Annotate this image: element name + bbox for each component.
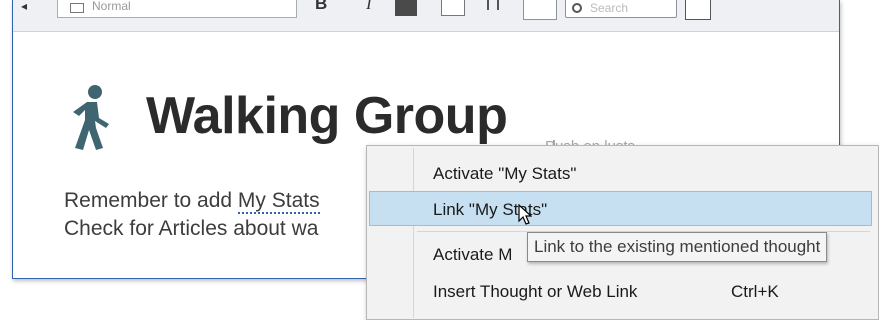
search-placeholder: Search	[590, 1, 629, 15]
menu-item-shortcut: Ctrl+K	[731, 282, 779, 301]
search-input[interactable]: Search	[565, 0, 677, 18]
toolbar-arrow-icon[interactable]: ◂	[21, 0, 27, 12]
formatting-toolbar: ◂ Normal B I Search	[13, 0, 839, 32]
page-title: Walking Group	[146, 87, 508, 145]
menu-item-label: Activate "My Stats"	[433, 164, 577, 183]
search-icon	[572, 3, 582, 13]
outline-color-button[interactable]	[441, 0, 465, 16]
paragraph-style-icon	[70, 3, 84, 13]
note-line-1-text: Remember to add	[64, 189, 238, 212]
mouse-pointer-icon	[518, 204, 532, 225]
note-line-1: Remember to add My Stats	[64, 189, 320, 214]
fill-color-button[interactable]	[395, 0, 417, 16]
menu-item-label: Insert Thought or Web Link	[433, 282, 638, 301]
italic-button[interactable]: I	[366, 0, 372, 14]
menu-item-insert-link[interactable]: Insert Thought or Web Link Ctrl+K	[369, 274, 872, 309]
toolbar-toggle-button[interactable]	[523, 0, 557, 20]
style-dropdown[interactable]: Normal	[57, 0, 297, 18]
toolbar-menu-button[interactable]	[685, 0, 711, 20]
style-dropdown-value: Normal	[92, 0, 131, 13]
menu-item-link-mention[interactable]: Link "My Stats"	[369, 191, 872, 226]
walking-person-icon	[73, 85, 109, 150]
note-line-2: Check for Articles about wa	[64, 217, 319, 240]
tooltip: Link to the existing mentioned thought	[527, 232, 828, 262]
menu-item-activate-mention[interactable]: Activate "My Stats"	[369, 156, 872, 191]
mention-link[interactable]: My Stats	[237, 189, 320, 214]
pin-icon[interactable]	[487, 0, 499, 10]
menu-item-label: Activate M	[433, 245, 513, 264]
bold-button[interactable]: B	[315, 0, 327, 14]
